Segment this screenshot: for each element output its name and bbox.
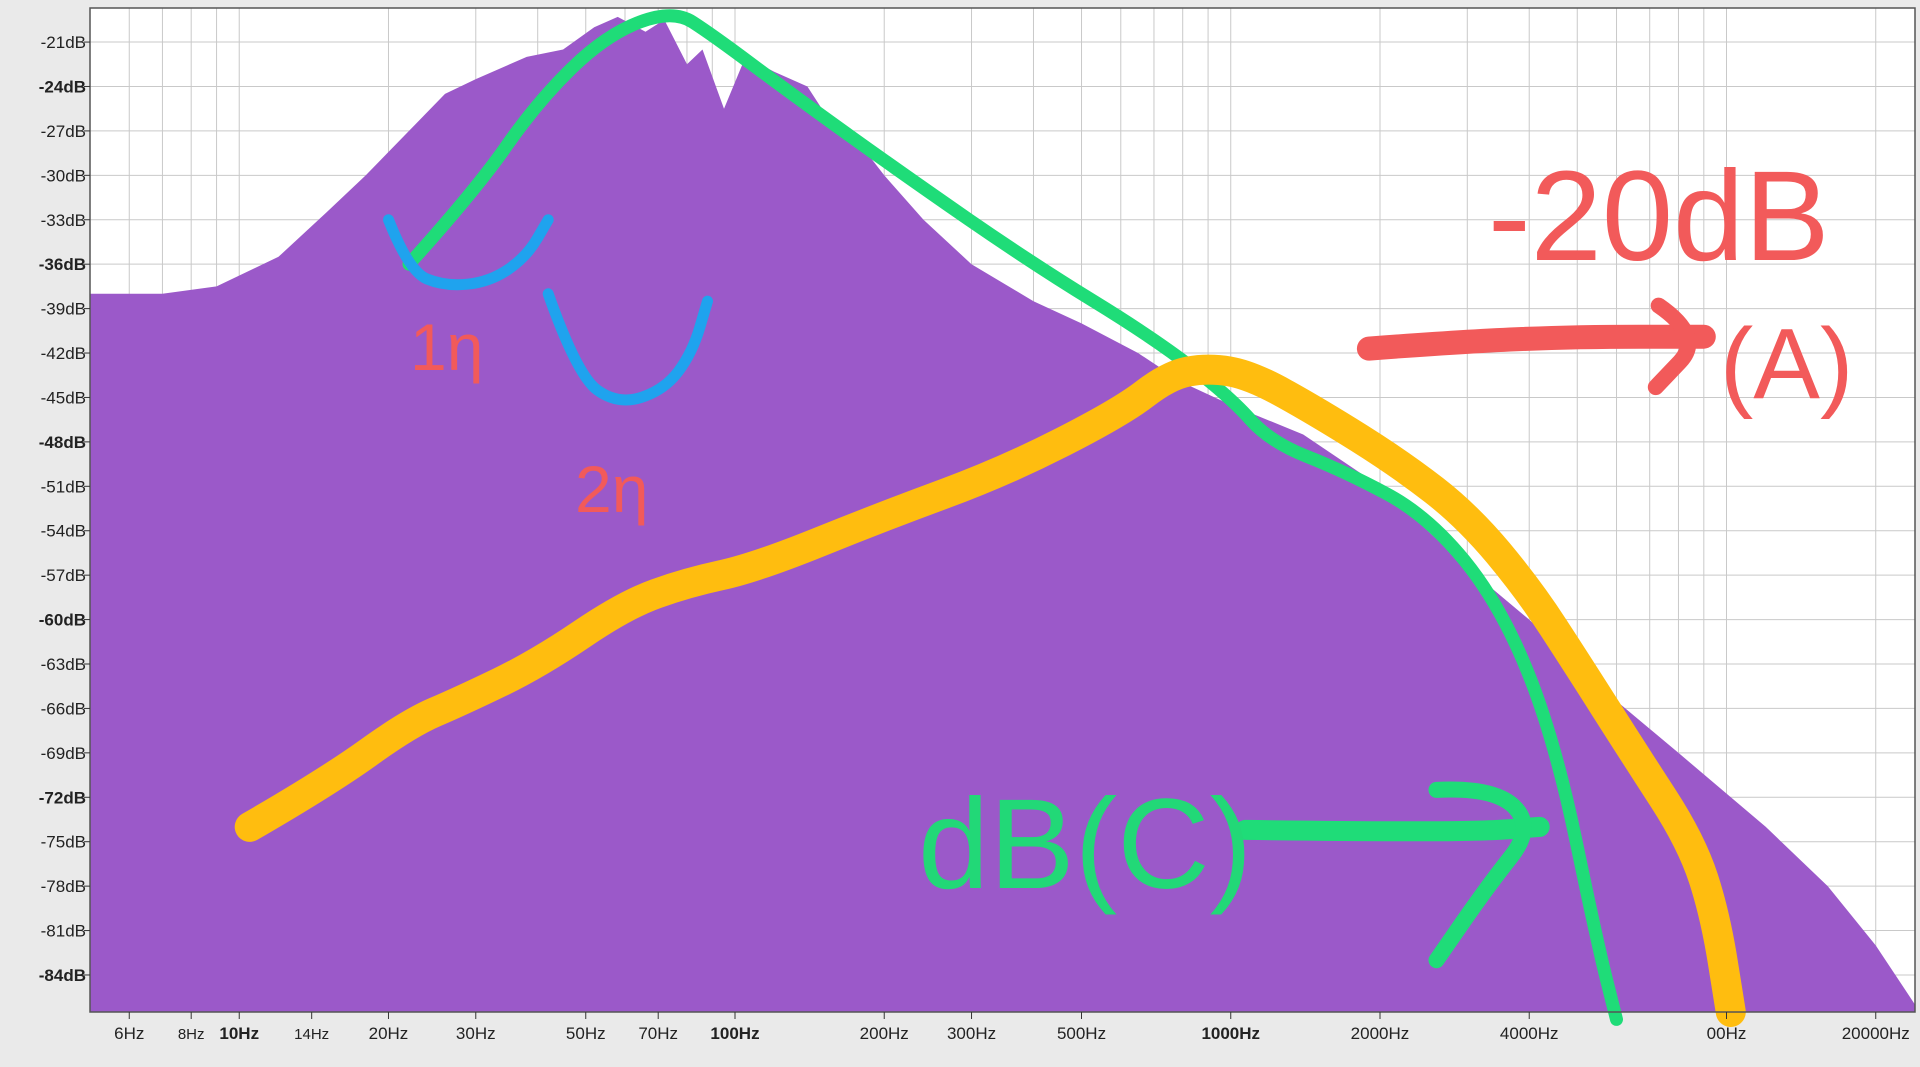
annotation-minus-20db: -20dB xyxy=(1488,145,1830,288)
x-tick-label: 100Hz xyxy=(710,1024,759,1043)
y-tick-label: -75dB xyxy=(41,833,86,852)
y-tick-label: -51dB xyxy=(41,477,86,496)
y-tick-label: -45dB xyxy=(41,388,86,407)
y-tick-label: -72dB xyxy=(39,788,86,807)
y-tick-label: -57dB xyxy=(41,566,86,585)
y-axis: -21dB -24dB -27dB -30dB -33dB -36dB -39dB -42dB… xyxy=(39,33,90,985)
x-tick-label: 20Hz xyxy=(369,1024,409,1043)
x-tick-label: 70Hz xyxy=(638,1024,678,1043)
x-tick-label: 20000Hz xyxy=(1842,1024,1910,1043)
x-tick-label: 1000Hz xyxy=(1201,1024,1260,1043)
y-tick-label: -81dB xyxy=(41,922,86,941)
y-tick-label: -66dB xyxy=(41,699,86,718)
x-tick-label: 00Hz xyxy=(1707,1024,1747,1043)
y-tick-label: -69dB xyxy=(41,744,86,763)
annotation-1-eta: 1η xyxy=(410,310,483,384)
y-tick-label: -24dB xyxy=(39,77,86,96)
x-tick-label: 10Hz xyxy=(219,1024,259,1043)
y-tick-label: -21dB xyxy=(41,33,86,52)
y-tick-label: -78dB xyxy=(41,877,86,896)
green-arrow-line xyxy=(1235,816,1550,842)
x-tick-label: 200Hz xyxy=(860,1024,909,1043)
x-tick-label: 4000Hz xyxy=(1500,1024,1559,1043)
x-tick-label: 8Hz xyxy=(178,1026,205,1043)
x-axis: 6Hz 8Hz 10Hz 14Hz 20Hz 30Hz 50Hz 70Hz 100Hz 200Hz… xyxy=(114,1012,1910,1043)
y-tick-label: -27dB xyxy=(41,122,86,141)
x-tick-label: 30Hz xyxy=(456,1024,496,1043)
annotation-2-eta: 2η xyxy=(575,452,648,526)
y-tick-label: -33dB xyxy=(41,211,86,230)
x-tick-label: 500Hz xyxy=(1057,1024,1106,1043)
x-tick-label: 14Hz xyxy=(294,1026,329,1043)
y-tick-label: -30dB xyxy=(41,166,86,185)
x-tick-label: 6Hz xyxy=(114,1024,144,1043)
y-tick-label: -63dB xyxy=(41,655,86,674)
red-arrow-line xyxy=(1356,324,1716,361)
y-tick-label: -48dB xyxy=(39,433,86,452)
x-tick-label: 300Hz xyxy=(947,1024,996,1043)
annotation-db-c: dB(C) xyxy=(918,773,1252,916)
y-tick-label: -36dB xyxy=(39,255,86,274)
spectrum-plot: -21dB -24dB -27dB -30dB -33dB -36dB -39dB -42dB… xyxy=(39,7,1916,1043)
y-tick-label: -60dB xyxy=(39,611,86,630)
y-tick-label: -84dB xyxy=(39,966,86,985)
y-tick-label: -54dB xyxy=(41,522,86,541)
y-tick-label: -42dB xyxy=(41,344,86,363)
annotation-a: (A) xyxy=(1720,308,1853,420)
x-tick-label: 2000Hz xyxy=(1351,1024,1410,1043)
x-tick-label: 50Hz xyxy=(566,1024,606,1043)
y-tick-label: -39dB xyxy=(41,300,86,319)
